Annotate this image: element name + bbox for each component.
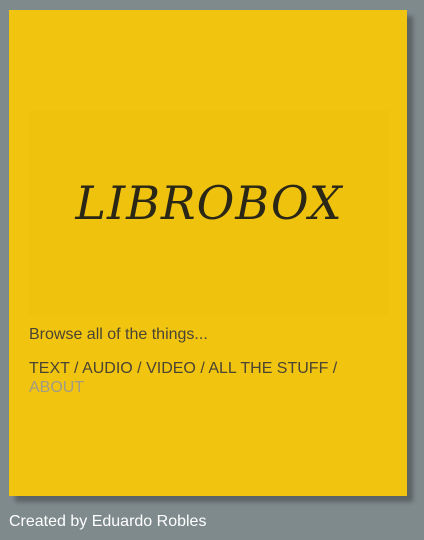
nav-link-video[interactable]: VIDEO <box>146 360 196 377</box>
tagline: Browse all of the things... <box>29 326 208 343</box>
nav-link-all-the-stuff[interactable]: ALL THE STUFF <box>208 360 328 377</box>
nav-link-text[interactable]: TEXT <box>29 360 70 377</box>
nav-link-audio[interactable]: AUDIO <box>82 360 133 377</box>
logo-panel: LIBROBOX <box>29 110 389 315</box>
nav-separator: / <box>328 360 338 377</box>
footer-credit: Created by Eduardo Robles <box>9 513 207 530</box>
nav-separator: / <box>195 360 209 377</box>
nav-link-about[interactable]: ABOUT <box>29 379 84 396</box>
site-logo[interactable]: LIBROBOX <box>29 176 389 230</box>
category-nav: TEXT / AUDIO / VIDEO / ALL THE STUFF / A… <box>29 359 369 397</box>
page: LIBROBOX Browse all of the things... TEX… <box>0 0 424 540</box>
nav-separator: / <box>69 360 83 377</box>
nav-separator: / <box>132 360 147 377</box>
main-card: LIBROBOX Browse all of the things... TEX… <box>9 10 407 496</box>
